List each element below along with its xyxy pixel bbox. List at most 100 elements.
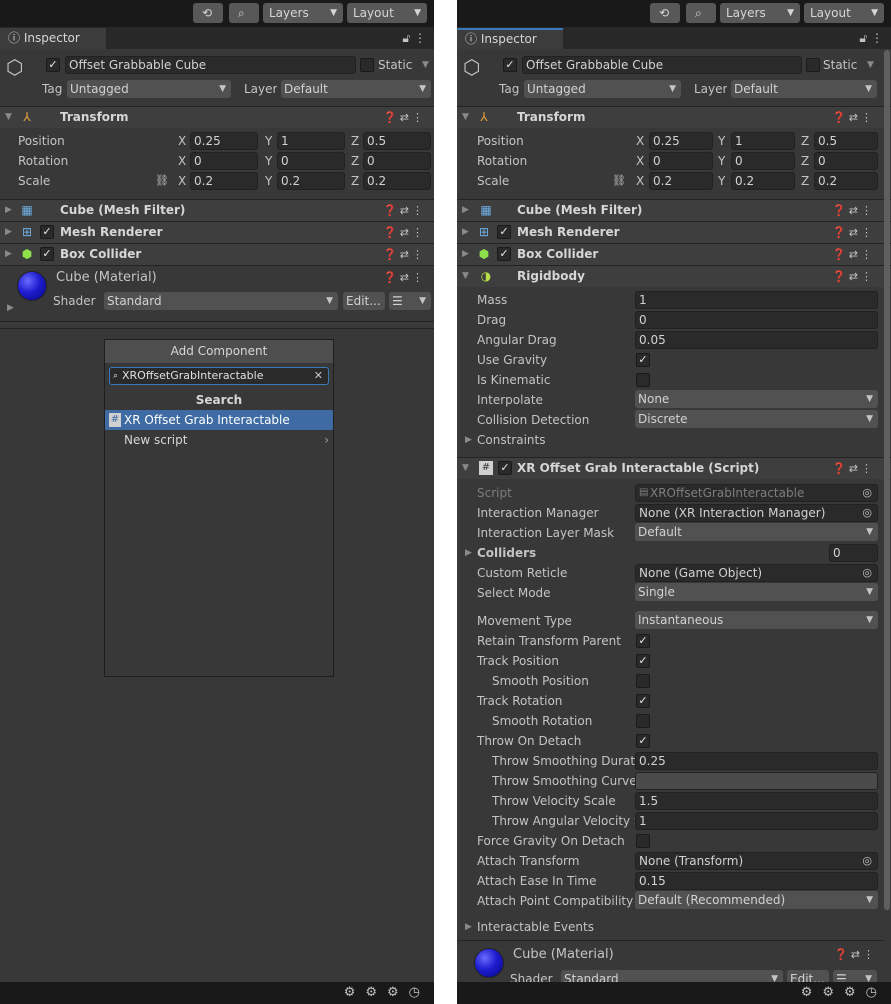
- position-z-field[interactable]: 0.5: [814, 132, 878, 150]
- retain-transform-parent-checkbox[interactable]: ✓: [636, 634, 650, 648]
- more-icon[interactable]: ⋮: [871, 31, 883, 45]
- mesh-renderer-enabled-checkbox[interactable]: ✓: [40, 225, 54, 239]
- component-tools[interactable]: ❓⇄⋮: [383, 200, 426, 221]
- box-collider-header[interactable]: ▶ ⬢ ✓ Box Collider ❓⇄⋮: [0, 243, 434, 265]
- link-off-icon[interactable]: ⛓: [612, 172, 626, 190]
- interactable-events-label[interactable]: Interactable Events: [477, 918, 594, 936]
- fold-arrow-icon[interactable]: ▶: [465, 918, 472, 936]
- mesh-renderer-enabled-checkbox[interactable]: ✓: [497, 225, 511, 239]
- constraints-label[interactable]: Constraints: [477, 431, 545, 449]
- rotation-z-field[interactable]: 0: [363, 152, 431, 170]
- layers-dropdown[interactable]: Layers ▼: [720, 3, 800, 23]
- component-tools[interactable]: ❓⇄⋮: [383, 107, 426, 128]
- history-icon[interactable]: ⟲: [193, 3, 223, 23]
- scale-x-field[interactable]: 0.2: [190, 172, 258, 190]
- rotation-x-field[interactable]: 0: [190, 152, 258, 170]
- fold-arrow-icon[interactable]: ▶: [5, 200, 12, 221]
- status-icons[interactable]: ⚙⚙⚙◷: [801, 982, 887, 1004]
- use-gravity-checkbox[interactable]: ✓: [636, 353, 650, 367]
- status-icons[interactable]: ⚙⚙⚙◷: [344, 982, 430, 1004]
- rotation-y-field[interactable]: 0: [277, 152, 345, 170]
- rotation-x-field[interactable]: 0: [649, 152, 713, 170]
- link-off-icon[interactable]: ⛓: [155, 172, 169, 190]
- fold-arrow-icon[interactable]: ▶: [462, 200, 469, 221]
- transform-header[interactable]: ▼ ⅄ Transform ❓⇄⋮: [0, 106, 434, 128]
- target-icon[interactable]: ◎: [862, 505, 872, 521]
- static-dropdown-icon[interactable]: ▼: [422, 56, 429, 74]
- collision-detection-dropdown[interactable]: Discrete ▼: [635, 410, 878, 428]
- component-tools[interactable]: ❓⇄⋮: [832, 107, 875, 128]
- attach-ease-field[interactable]: 0.15: [635, 872, 878, 890]
- mesh-filter-header[interactable]: ▶ ▦ Cube (Mesh Filter) ❓⇄⋮: [0, 199, 434, 221]
- history-icon[interactable]: ⟲: [650, 3, 680, 23]
- transform-header[interactable]: ▼ ⅄ Transform ❓⇄⋮: [457, 106, 891, 128]
- shader-dropdown[interactable]: Standard ▼: [104, 292, 338, 310]
- layers-dropdown[interactable]: Layers ▼: [263, 3, 343, 23]
- scale-x-field[interactable]: 0.2: [649, 172, 713, 190]
- fold-arrow-icon[interactable]: ▶: [5, 222, 12, 243]
- is-kinematic-checkbox[interactable]: [636, 373, 650, 387]
- angular-drag-field[interactable]: 0.05: [635, 331, 878, 349]
- tab-inspector[interactable]: ⓘ Inspector: [0, 28, 106, 49]
- active-checkbox[interactable]: ✓: [503, 58, 517, 72]
- lock-icon[interactable]: 🔓︎: [859, 31, 867, 45]
- component-tools[interactable]: ❓⇄⋮: [383, 244, 426, 265]
- position-z-field[interactable]: 0.5: [363, 132, 431, 150]
- xr-script-enabled-checkbox[interactable]: ✓: [498, 461, 512, 475]
- fold-arrow-icon[interactable]: ▶: [462, 222, 469, 243]
- smooth-position-checkbox[interactable]: [636, 674, 650, 688]
- edit-button[interactable]: Edit...: [343, 292, 385, 310]
- tab-inspector[interactable]: ⓘ Inspector: [457, 28, 563, 49]
- throw-on-detach-checkbox[interactable]: ✓: [636, 734, 650, 748]
- new-script-item[interactable]: New script ›: [105, 430, 333, 450]
- object-name-field[interactable]: Offset Grabbable Cube: [65, 56, 356, 74]
- layout-dropdown[interactable]: Layout ▼: [347, 3, 427, 23]
- component-tools[interactable]: ❓⇄⋮: [383, 222, 426, 243]
- mesh-renderer-header[interactable]: ▶ ⊞ ✓ Mesh Renderer ❓⇄⋮: [0, 221, 434, 243]
- scale-y-field[interactable]: 0.2: [277, 172, 345, 190]
- material-tools[interactable]: ❓⇄⋮: [834, 946, 877, 964]
- rotation-z-field[interactable]: 0: [814, 152, 878, 170]
- scale-z-field[interactable]: 0.2: [363, 172, 431, 190]
- component-tools[interactable]: ❓⇄⋮: [832, 266, 875, 287]
- select-mode-dropdown[interactable]: Single ▼: [635, 583, 878, 601]
- lock-icon[interactable]: 🔓︎: [402, 31, 410, 45]
- throw-velocity-scale-field[interactable]: 1.5: [635, 792, 878, 810]
- throw-angular-velocity-field[interactable]: 1: [635, 812, 878, 830]
- layout-dropdown[interactable]: Layout ▼: [804, 3, 884, 23]
- colliders-label[interactable]: Colliders: [477, 544, 536, 562]
- component-tools[interactable]: ❓⇄⋮: [832, 458, 875, 479]
- mesh-filter-header[interactable]: ▶ ▦ Cube (Mesh Filter) ❓⇄⋮: [457, 199, 891, 221]
- tag-dropdown[interactable]: Untagged ▼: [67, 80, 231, 98]
- static-dropdown-icon[interactable]: ▼: [867, 56, 874, 74]
- layer-dropdown[interactable]: Default ▼: [731, 80, 877, 98]
- scrollbar[interactable]: [884, 50, 890, 910]
- box-collider-enabled-checkbox[interactable]: ✓: [40, 247, 54, 261]
- interpolate-dropdown[interactable]: None ▼: [635, 390, 878, 408]
- add-component-button[interactable]: Add Component: [105, 340, 333, 363]
- static-checkbox[interactable]: [806, 58, 820, 72]
- fold-arrow-icon[interactable]: ▼: [462, 266, 469, 287]
- scale-z-field[interactable]: 0.2: [814, 172, 878, 190]
- material-tools[interactable]: ❓⇄⋮: [383, 269, 426, 287]
- fold-arrow-icon[interactable]: ▼: [462, 107, 469, 128]
- attach-transform-field[interactable]: None (Transform) ◎: [635, 852, 878, 870]
- box-collider-enabled-checkbox[interactable]: ✓: [497, 247, 511, 261]
- component-tools[interactable]: ❓⇄⋮: [832, 200, 875, 221]
- target-icon[interactable]: ◎: [862, 853, 872, 869]
- position-y-field[interactable]: 1: [277, 132, 345, 150]
- track-rotation-checkbox[interactable]: ✓: [636, 694, 650, 708]
- rotation-y-field[interactable]: 0: [731, 152, 795, 170]
- rigidbody-header[interactable]: ▼ ◑ Rigidbody ❓⇄⋮: [457, 265, 891, 287]
- custom-reticle-field[interactable]: None (Game Object) ◎: [635, 564, 878, 582]
- fold-arrow-icon[interactable]: ▶: [7, 299, 14, 317]
- fold-arrow-icon[interactable]: ▼: [5, 107, 12, 128]
- position-x-field[interactable]: 0.25: [190, 132, 258, 150]
- movement-type-dropdown[interactable]: Instantaneous ▼: [635, 611, 878, 629]
- scale-y-field[interactable]: 0.2: [731, 172, 795, 190]
- mesh-renderer-header[interactable]: ▶ ⊞ ✓ Mesh Renderer ❓⇄⋮: [457, 221, 891, 243]
- clear-icon[interactable]: ✕: [314, 368, 323, 384]
- attach-compat-dropdown[interactable]: Default (Recommended) ▼: [635, 891, 878, 909]
- more-icon[interactable]: ⋮: [414, 31, 426, 45]
- static-checkbox[interactable]: [360, 58, 374, 72]
